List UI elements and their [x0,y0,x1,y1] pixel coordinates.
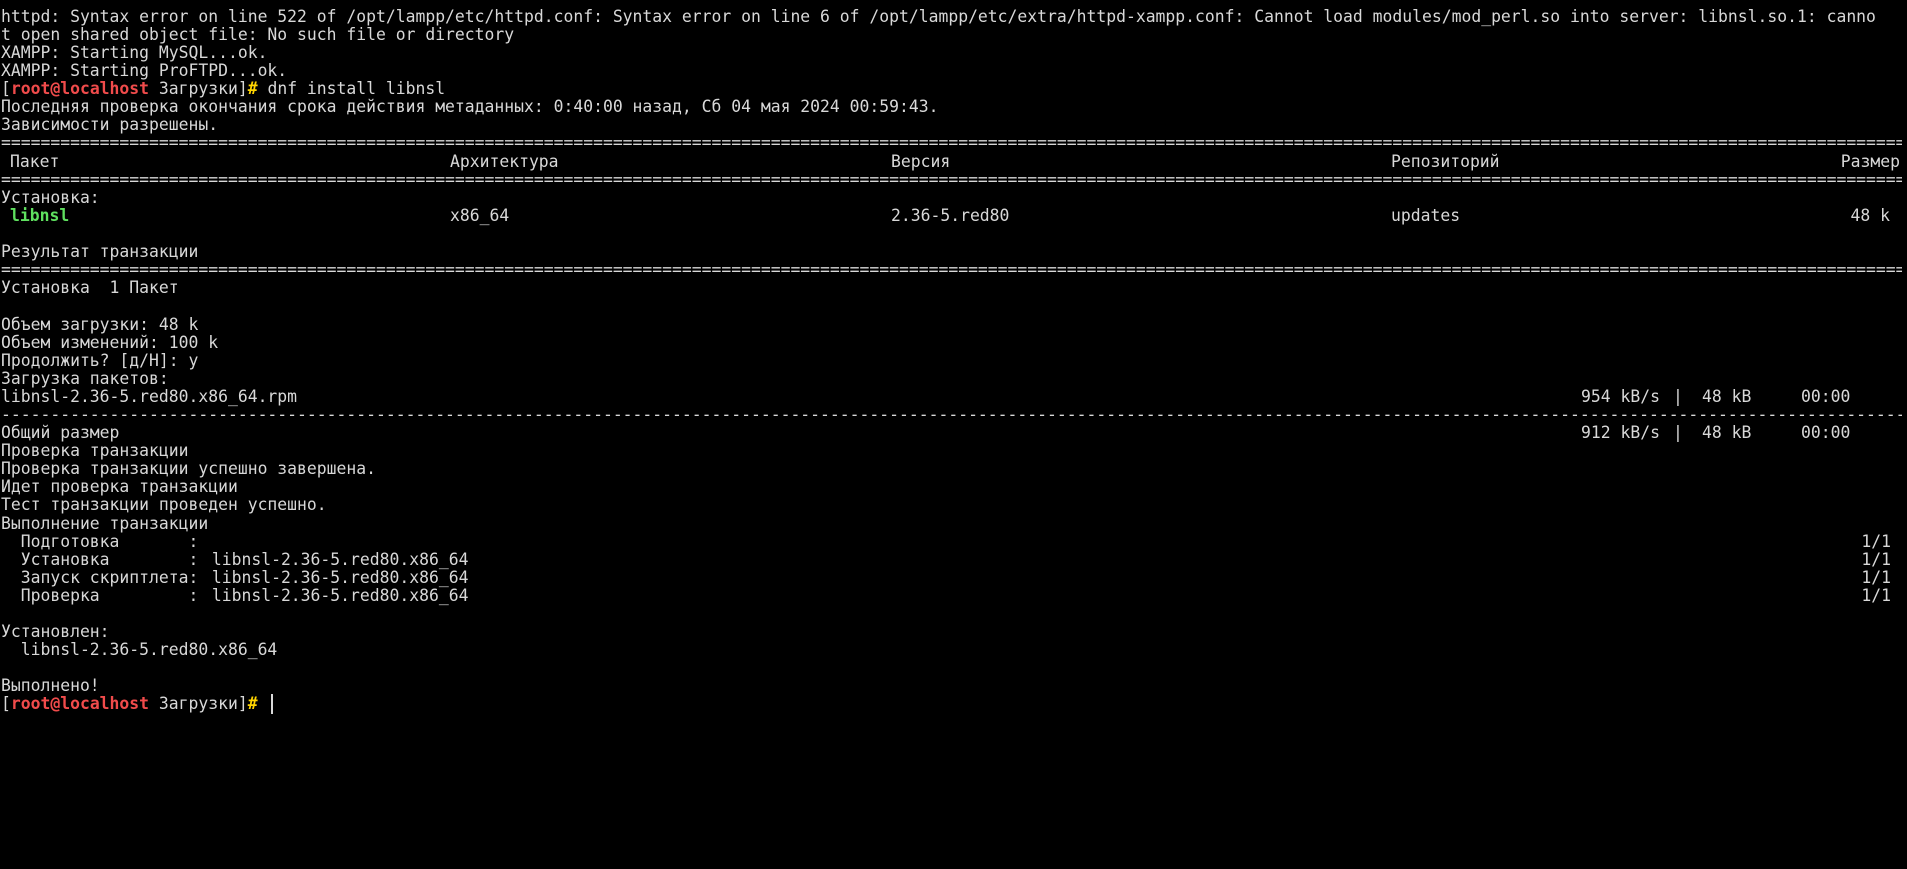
total-speed: 912 kB/s [1581,423,1660,442]
terminal-window[interactable]: httpd: Syntax error on line 522 of /opt/… [0,0,1907,869]
installed-package-line: libnsl-2.36-5.red80.x86_64 [1,640,278,659]
separator-double: ========================================… [1,170,1902,189]
row-repo: updates [1391,206,1461,225]
install-count-line: Установка 1 Пакет [1,278,179,297]
prompt-hash: # [247,694,258,713]
step-progress: 1/1 [1861,586,1891,605]
total-size: 48 kB [1702,423,1752,442]
step-value: libnsl-2.36-5.red80.x86_64 [202,586,469,605]
row-size: 48 k [1850,206,1890,225]
row-package: libnsl [10,206,70,225]
prompt-user: root@localhost [10,694,150,713]
separator-double: ========================================… [1,133,1902,152]
total-pipe: | [1673,423,1683,442]
command-prompt-line[interactable]: [root@localhost Загрузки]# [1,693,258,715]
row-version: 2.36-5.red80 [891,206,1010,225]
prompt-dir: Загрузки] [149,694,248,713]
separator-double: ========================================… [1,260,1902,279]
row-arch: x86_64 [450,206,510,225]
step-label: Проверка : [1,586,199,605]
text-cursor [271,694,273,714]
total-time: 00:00 [1801,423,1851,442]
prompt-bracket: [ [1,694,11,713]
